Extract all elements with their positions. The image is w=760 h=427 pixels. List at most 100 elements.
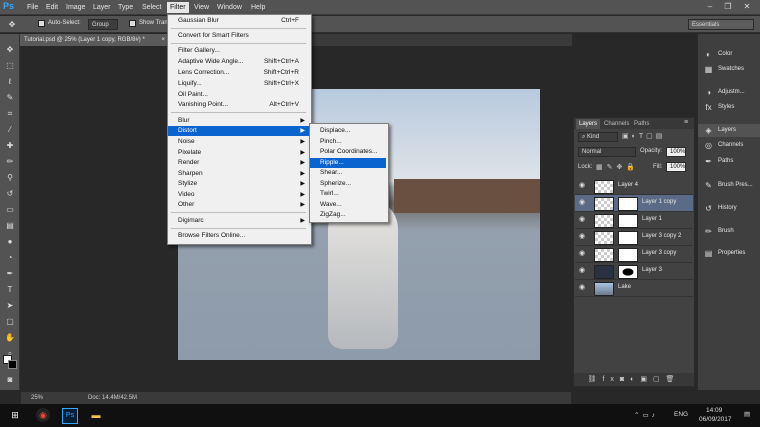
dock-layers[interactable]: ◈ Layers [698, 124, 760, 137]
submenu-item-pinch[interactable]: Pinch... [310, 137, 386, 147]
close-icon[interactable]: ✕ [741, 2, 753, 12]
windows-start-icon[interactable]: ⊞ [8, 408, 22, 422]
menu-help[interactable]: Help [248, 2, 268, 13]
clock-time[interactable]: 14:09 [706, 407, 722, 414]
visibility-eye-icon[interactable]: ◉ [578, 233, 586, 241]
menu-file[interactable]: File [24, 2, 41, 13]
dodge-icon[interactable]: ◔ [4, 252, 16, 263]
opacity-input[interactable]: 100% [666, 147, 686, 157]
menu-filter[interactable]: Filter [167, 2, 189, 13]
layer-filter-icons[interactable]: ▣◐T▢▤ [622, 132, 688, 142]
background-color-swatch[interactable] [8, 360, 17, 369]
menu-item-filter-gallery[interactable]: Filter Gallery... [168, 46, 309, 56]
menu-edit[interactable]: Edit [43, 2, 61, 13]
menu-item-convert-smart[interactable]: Convert for Smart Filters [168, 31, 309, 41]
minimize-icon[interactable]: – [704, 2, 716, 12]
layer-mask-thumbnail[interactable] [618, 265, 638, 279]
submenu-item-ripple[interactable]: Ripple... [310, 158, 386, 168]
pen-icon[interactable]: ✒ [4, 268, 16, 279]
move-tool-icon[interactable]: ✥ [6, 19, 18, 30]
document-tab[interactable]: Tutorial.psd @ 25% (Layer 1 copy, RGB/8#… [20, 34, 168, 46]
lasso-icon[interactable]: ℓ [4, 76, 16, 87]
path-select-icon[interactable]: ➤ [4, 300, 16, 311]
layer-mask-thumbnail[interactable] [618, 231, 638, 245]
menu-item-adaptive-wide-angle[interactable]: Adaptive Wide Angle... Shift+Ctrl+A [168, 57, 309, 67]
layer-row[interactable]: ◉ Layer 3 copy [575, 246, 693, 263]
layer-row[interactable]: ◉ Layer 1 [575, 212, 693, 229]
workspace-dropdown[interactable]: Essentials [688, 19, 754, 30]
menu-item-sharpen[interactable]: Sharpen ▶ [168, 169, 309, 179]
menu-item-render[interactable]: Render ▶ [168, 158, 309, 168]
tab-layers[interactable]: Layers [576, 119, 601, 129]
marquee-icon[interactable]: ⬚ [4, 60, 16, 71]
menu-item-noise[interactable]: Noise ▶ [168, 137, 309, 147]
photoshop-taskbar-icon[interactable]: Ps [62, 408, 78, 424]
menu-item-digimarc[interactable]: Digimarc ▶ [168, 216, 309, 226]
notifications-icon[interactable]: ▤ [744, 410, 750, 418]
menu-item-other[interactable]: Other ▶ [168, 200, 309, 210]
menu-item-pixelate[interactable]: Pixelate ▶ [168, 148, 309, 158]
close-tab-icon[interactable]: × [161, 34, 165, 46]
menu-window[interactable]: Window [214, 2, 245, 13]
quick-mask-icon[interactable]: ◙ [4, 374, 16, 385]
visibility-eye-icon[interactable]: ◉ [578, 199, 586, 207]
visibility-eye-icon[interactable]: ◉ [578, 284, 586, 292]
fill-input[interactable]: 100% [666, 162, 686, 172]
clock-date[interactable]: 06/09/2017 [699, 416, 732, 423]
filter-kind-dropdown[interactable]: ⌕ Kind [578, 132, 618, 142]
dock-channels[interactable]: ◎ Channels [698, 139, 760, 152]
submenu-item-twirl[interactable]: Twirl... [310, 189, 386, 199]
crop-icon[interactable]: ⌗ [4, 108, 16, 119]
menu-item-liquify[interactable]: Liquify... Shift+Ctrl+X [168, 79, 309, 89]
layer-row-selected[interactable]: ◉ Layer 1 copy [575, 195, 693, 212]
brush-icon[interactable]: ✏ [4, 156, 16, 167]
quick-select-icon[interactable]: ✎ [4, 92, 16, 103]
eraser-icon[interactable]: ▭ [4, 204, 16, 215]
visibility-eye-icon[interactable]: ◉ [578, 267, 586, 275]
layer-row[interactable]: ◉ Layer 3 [575, 263, 693, 280]
menu-item-oil-paint[interactable]: Oil Paint... [168, 90, 309, 100]
panel-menu-icon[interactable]: ≡ [684, 119, 688, 126]
visibility-eye-icon[interactable]: ◉ [578, 250, 586, 258]
submenu-item-polar-coordinates[interactable]: Polar Coordinates... [310, 147, 386, 157]
auto-select-dropdown[interactable]: Group [88, 19, 118, 30]
dock-brush[interactable]: ✏ Brush [698, 225, 760, 238]
submenu-item-spherize[interactable]: Spherize... [310, 179, 386, 189]
submenu-item-wave[interactable]: Wave... [310, 200, 386, 210]
layer-row[interactable]: ◉ Layer 3 copy 2 [575, 229, 693, 246]
dock-brush-presets[interactable]: ✎ Brush Pres... [698, 179, 760, 192]
visibility-eye-icon[interactable]: ◉ [578, 216, 586, 224]
menu-item-lens-correction[interactable]: Lens Correction... Shift+Ctrl+R [168, 68, 309, 78]
layer-mask-thumbnail[interactable] [618, 214, 638, 228]
submenu-item-zigzag[interactable]: ZigZag... [310, 210, 386, 220]
menu-item-blur[interactable]: Blur ▶ [168, 116, 309, 126]
stamp-icon[interactable]: ⚲ [4, 172, 16, 183]
menu-item-gaussian-blur[interactable]: Gaussian Blur Ctrl+F [168, 16, 309, 26]
layer-mask-thumbnail[interactable] [618, 248, 638, 262]
gradient-icon[interactable]: ▤ [4, 220, 16, 231]
menu-item-vanishing-point[interactable]: Vanishing Point... Alt+Ctrl+V [168, 100, 309, 110]
history-brush-icon[interactable]: ↺ [4, 188, 16, 199]
dock-paths[interactable]: ✒ Paths [698, 155, 760, 168]
dock-properties[interactable]: ▤ Properties [698, 247, 760, 260]
visibility-eye-icon[interactable]: ◉ [578, 182, 586, 190]
dock-styles[interactable]: fx Styles [698, 101, 760, 114]
dock-adjustments[interactable]: ◑ Adjustm... [698, 86, 760, 99]
dock-swatches[interactable]: ▦ Swatches [698, 63, 760, 76]
hand-icon[interactable]: ✋ [4, 332, 16, 343]
show-transform-checkbox[interactable] [129, 20, 136, 27]
tab-paths[interactable]: Paths [631, 119, 652, 129]
layer-row[interactable]: ◉ Layer 4 [575, 178, 693, 195]
menu-view[interactable]: View [191, 2, 212, 13]
menu-item-stylize[interactable]: Stylize ▶ [168, 179, 309, 189]
lock-icons[interactable]: ▦✎✥🔒 [596, 163, 639, 171]
tray-icons[interactable]: ⌃▭♪ [634, 411, 658, 419]
menu-item-browse-filters[interactable]: Browse Filters Online... [168, 231, 309, 241]
move-icon[interactable]: ✥ [4, 44, 16, 55]
chrome-icon[interactable]: ◉ [36, 408, 50, 422]
maximize-icon[interactable]: ❐ [722, 2, 734, 12]
menu-layer[interactable]: Layer [90, 2, 114, 13]
healing-icon[interactable]: ✚ [4, 140, 16, 151]
dock-color[interactable]: ◐ Color [698, 48, 760, 61]
eyedropper-icon[interactable]: ⁄ [4, 124, 16, 135]
